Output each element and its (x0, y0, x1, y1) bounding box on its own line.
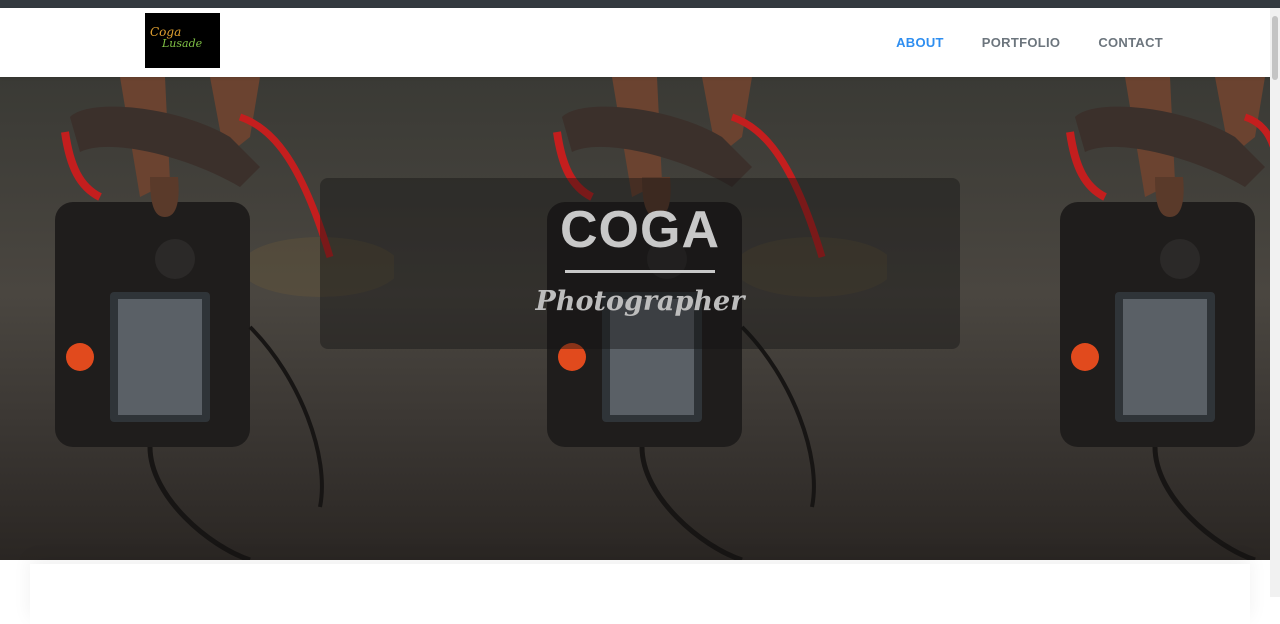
hero-banner: COGA Photographer (0, 77, 1270, 560)
scrollbar-thumb[interactable] (1272, 16, 1278, 80)
hero-title: COGA (560, 201, 720, 259)
content-section (0, 560, 1270, 597)
logo-wordmark: Coga Lusade (150, 26, 216, 50)
content-card (30, 564, 1250, 624)
nav-contact[interactable]: CONTACT (1098, 35, 1163, 50)
main-nav: ABOUT PORTFOLIO CONTACT (896, 8, 1163, 77)
title-divider (565, 270, 715, 273)
hero-title-card: COGA Photographer (320, 178, 960, 349)
hero-subtitle: Photographer (535, 286, 745, 317)
navbar: Coga Lusade ABOUT PORTFOLIO CONTACT (0, 8, 1280, 77)
scrollbar[interactable] (1270, 8, 1280, 597)
logo-line-2: Lusade (162, 37, 203, 50)
top-strip (0, 0, 1280, 8)
nav-portfolio[interactable]: PORTFOLIO (982, 35, 1061, 50)
nav-about[interactable]: ABOUT (896, 35, 944, 50)
logo[interactable]: Coga Lusade (145, 13, 220, 68)
